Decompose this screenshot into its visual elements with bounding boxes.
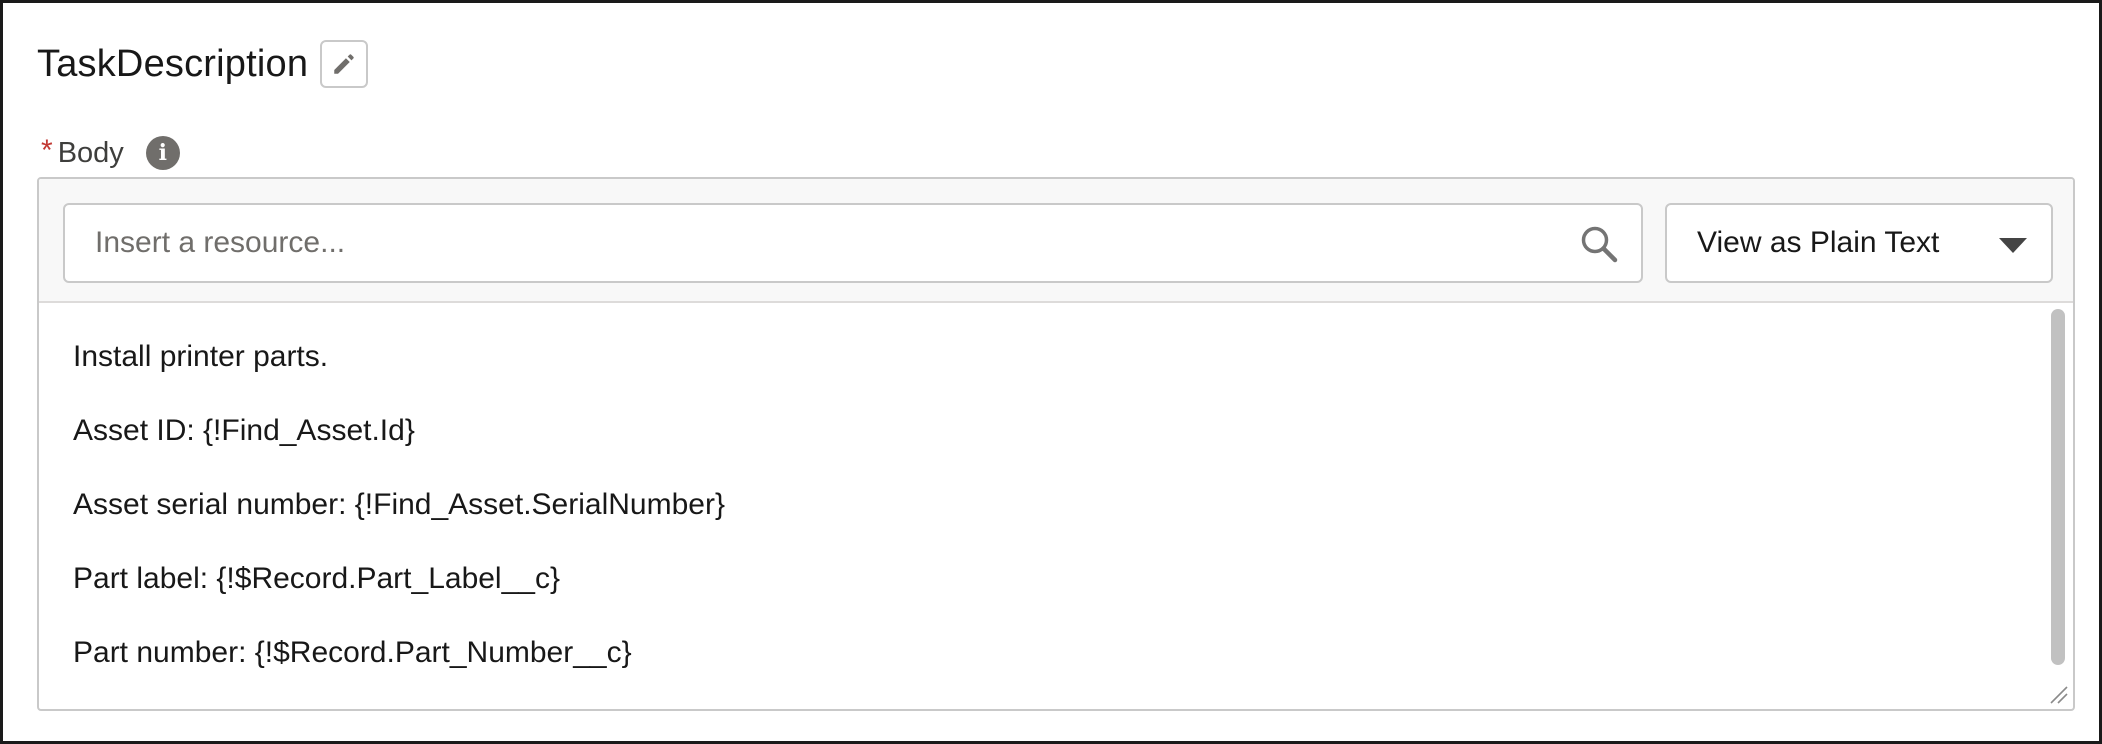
chevron-down-icon xyxy=(1999,238,2027,253)
editor-toolbar: View as Plain Text xyxy=(39,179,2073,303)
search-icon[interactable] xyxy=(1579,224,1619,264)
body-field-label: * Body i xyxy=(41,131,180,175)
vertical-scrollbar[interactable] xyxy=(2049,309,2067,675)
body-line: Install printer parts. xyxy=(73,340,329,373)
resource-search-input[interactable] xyxy=(65,205,1641,281)
scrollbar-thumb[interactable] xyxy=(2051,309,2065,665)
body-editor: View as Plain Text Install printer parts… xyxy=(37,177,2075,711)
required-marker: * xyxy=(41,134,53,167)
header: TaskDescription xyxy=(37,39,369,89)
info-icon[interactable]: i xyxy=(145,136,180,170)
resize-handle-icon[interactable] xyxy=(2045,681,2069,705)
body-content: Install printer parts. Asset ID: {!Find_… xyxy=(73,335,725,705)
window-frame: TaskDescription * Body i View as Plain T… xyxy=(0,0,2102,744)
body-line: Part label: {!$Record.Part_Label__c} xyxy=(73,562,560,595)
body-line: Asset serial number: {!Find_Asset.Serial… xyxy=(73,488,725,521)
pencil-icon xyxy=(334,54,354,74)
field-label: Body xyxy=(57,136,124,169)
body-line: Asset ID: {!Find_Asset.Id} xyxy=(73,414,415,447)
view-mode-select[interactable]: View as Plain Text xyxy=(1665,203,2053,283)
body-textarea[interactable]: Install printer parts. Asset ID: {!Find_… xyxy=(39,303,2073,709)
resource-search xyxy=(63,203,1643,283)
view-mode-selected: View as Plain Text xyxy=(1697,226,1940,259)
body-line: Part number: {!$Record.Part_Number__c} xyxy=(73,636,632,669)
edit-title-button[interactable] xyxy=(320,40,369,88)
page-title: TaskDescription xyxy=(37,42,309,85)
